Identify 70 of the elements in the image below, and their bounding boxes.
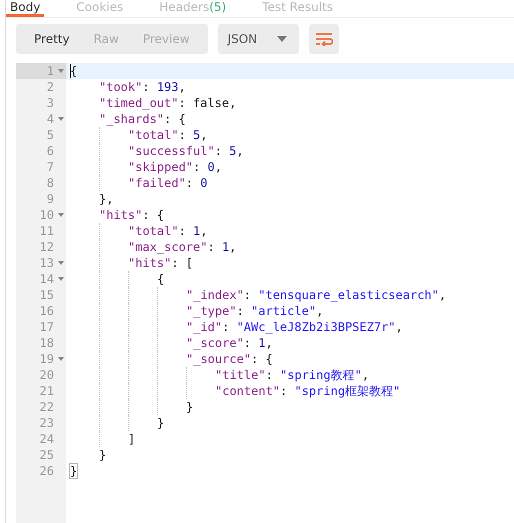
code-line: "took": 193,	[99, 79, 186, 95]
wrap-lines-button[interactable]	[309, 24, 340, 54]
line-number: 6	[46, 143, 55, 159]
view-mode-button[interactable]: Preview	[132, 32, 200, 46]
code-line: "max_score": 1,	[128, 239, 236, 255]
line-number: 15	[40, 287, 55, 303]
fold-caret-icon[interactable]	[58, 357, 64, 361]
code-line: {	[157, 271, 164, 287]
code-line: ]	[128, 431, 136, 447]
code-line: "failed": 0	[128, 175, 208, 191]
line-number: 16	[40, 303, 55, 319]
fold-caret-icon[interactable]	[58, 117, 64, 121]
code-line: "_index": "tensquare_elasticsearch",	[186, 287, 446, 303]
line-number: 13	[40, 255, 55, 271]
line-number: 11	[40, 223, 55, 239]
response-tab[interactable]: Test Results	[258, 0, 338, 17]
line-number: 18	[40, 335, 55, 351]
fold-caret-icon[interactable]	[58, 213, 64, 217]
code-line: }	[157, 415, 164, 431]
code-line: }	[70, 463, 78, 479]
code-line: "_score": 1,	[186, 335, 273, 351]
line-number: 25	[40, 447, 55, 463]
code-line: "successful": 5,	[128, 143, 244, 159]
code-line: "_id": "AWc_leJ8Zb2i3BPSEZ7r",	[186, 319, 403, 335]
line-number: 12	[40, 239, 55, 255]
code-line: "skipped": 0,	[128, 159, 222, 175]
view-mode-button[interactable]: Pretty	[24, 32, 80, 46]
code-line: "content": "spring框架教程"	[215, 383, 400, 399]
line-number: 22	[40, 399, 55, 415]
line-number: 3	[46, 95, 55, 111]
fold-caret-icon[interactable]	[58, 261, 64, 265]
wrap-icon	[315, 32, 334, 46]
code-line: "title": "spring教程",	[215, 367, 370, 383]
code-line: }	[186, 399, 194, 415]
line-number: 20	[40, 367, 55, 383]
code-line: }	[99, 447, 106, 463]
line-number: 17	[40, 319, 55, 335]
line-number: 23	[40, 415, 55, 431]
caret-icon	[277, 36, 288, 42]
line-number: 10	[40, 207, 55, 223]
line-number: 21	[40, 383, 55, 399]
code-line: "total": 5,	[128, 127, 208, 143]
fold-caret-icon[interactable]	[58, 277, 64, 281]
code-line: "hits": [	[128, 255, 194, 271]
view-mode-button[interactable]: Raw	[84, 32, 129, 46]
code-line: {	[70, 63, 78, 79]
code-line: "_type": "article",	[186, 303, 324, 319]
code-editor[interactable]	[16, 63, 514, 523]
code-line: "_shards": {	[99, 111, 186, 127]
code-line: },	[99, 191, 114, 207]
line-number: 2	[46, 79, 55, 95]
line-number: 7	[46, 159, 55, 175]
line-number: 5	[46, 127, 55, 143]
code-line: "_source": {	[186, 351, 273, 367]
line-number: 9	[46, 191, 55, 207]
code-line: "total": 1,	[128, 223, 208, 239]
line-number: 4	[46, 111, 55, 127]
code-line: "hits": {	[99, 207, 164, 223]
fold-caret-icon[interactable]	[58, 69, 64, 73]
response-tab[interactable]: Cookies	[72, 0, 128, 17]
line-number: 1	[46, 63, 55, 79]
line-number: 19	[40, 351, 55, 367]
line-number: 26	[40, 463, 55, 479]
format-dropdown[interactable]: JSON	[218, 24, 300, 54]
line-number: 24	[40, 431, 55, 447]
response-tab[interactable]: Headers(5)	[155, 0, 230, 17]
line-number: 14	[40, 271, 55, 287]
line-number: 8	[46, 175, 55, 191]
code-line: "timed_out": false,	[99, 95, 236, 111]
response-tab[interactable]: Body	[6, 0, 44, 17]
